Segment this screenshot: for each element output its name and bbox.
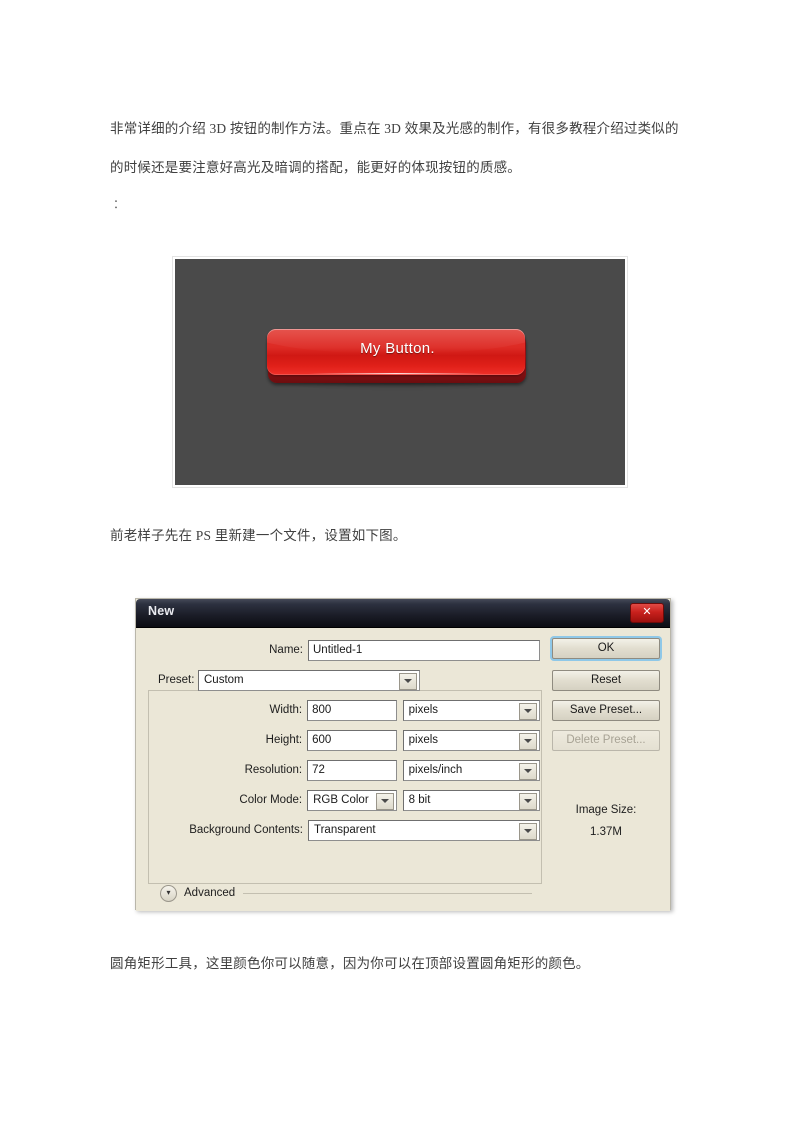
demo-image-canvas: My Button.: [175, 259, 625, 485]
ok-button[interactable]: OK: [552, 638, 660, 659]
row-name: Name: Untitled-1: [148, 638, 540, 662]
bit-depth-select[interactable]: 8 bit: [402, 789, 540, 811]
height-unit-value: pixels: [408, 733, 439, 746]
chevron-down-icon[interactable]: [399, 672, 417, 690]
paragraph-step-2: 圆角矩形工具，这里颜色你可以随意，因为你可以在顶部设置圆角矩形的颜色。: [110, 956, 590, 971]
demo-image-frame: My Button.: [172, 256, 628, 488]
height-unit-select[interactable]: pixels: [402, 729, 540, 751]
name-label: Name:: [269, 644, 303, 656]
row-preset: Preset: Custom: [148, 668, 540, 692]
image-size-label: Image Size:: [575, 804, 637, 816]
background-label: Background Contents:: [189, 824, 303, 836]
dialog-titlebar: New ✕: [136, 599, 670, 628]
chevron-down-icon[interactable]: [519, 822, 537, 840]
button-bottom-highlight: [308, 373, 484, 374]
button-label: My Button.: [360, 340, 435, 357]
paragraph-intro-1: 非常详细的介绍 3D 按钮的制作方法。重点在 3D 效果及光感的制作，有很多教程…: [110, 121, 679, 136]
width-input[interactable]: 800: [307, 699, 397, 721]
preset-label: Preset:: [158, 674, 195, 686]
dialog-title: New: [148, 604, 175, 618]
close-icon[interactable]: ✕: [630, 603, 664, 623]
resolution-input[interactable]: 72: [307, 759, 397, 781]
width-unit-value: pixels: [408, 703, 439, 716]
height-input[interactable]: 600: [307, 729, 397, 751]
width-label: Width:: [269, 704, 303, 716]
chevron-down-icon[interactable]: [519, 762, 537, 780]
advanced-divider: [243, 892, 532, 894]
row-height: Height: 600 pixels: [148, 728, 540, 752]
width-unit-select[interactable]: pixels: [402, 699, 540, 721]
photoshop-new-dialog: New ✕ Name: Untitled-1 Preset: Custom Wi…: [135, 598, 671, 911]
background-value: Transparent: [314, 823, 376, 836]
dialog-body: Name: Untitled-1 Preset: Custom Width: 8…: [136, 628, 670, 911]
paragraph-step-1: 前老样子先在 PS 里新建一个文件，设置如下图。: [110, 528, 407, 543]
height-label: Height:: [265, 734, 303, 746]
color-mode-value: RGB Color: [313, 793, 369, 806]
row-background-contents: Background Contents: Transparent: [148, 818, 540, 842]
reset-button[interactable]: Reset: [552, 670, 660, 691]
chevron-double-down-icon[interactable]: ▾: [160, 884, 177, 902]
chevron-down-icon[interactable]: [519, 792, 537, 810]
background-select[interactable]: Transparent: [308, 819, 540, 841]
chevron-down-icon[interactable]: [519, 732, 537, 750]
paragraph-colon: ：: [113, 197, 126, 211]
advanced-label: Advanced: [184, 887, 236, 899]
color-mode-label: Color Mode:: [239, 794, 303, 806]
preset-value: Custom: [204, 673, 244, 686]
image-size-readout: Image Size: 1.37M: [552, 800, 660, 844]
preset-select[interactable]: Custom: [198, 669, 420, 691]
resolution-unit-value: pixels/inch: [408, 763, 463, 776]
dialog-button-column: OK Reset Save Preset... Delete Preset...: [552, 638, 660, 760]
chevron-down-icon[interactable]: [375, 792, 394, 810]
red-3d-button[interactable]: My Button.: [265, 326, 530, 386]
resolution-label: Resolution:: [244, 764, 303, 776]
advanced-section[interactable]: ▾ Advanced: [160, 884, 532, 902]
resolution-unit-select[interactable]: pixels/inch: [402, 759, 540, 781]
chevron-down-icon[interactable]: [519, 702, 537, 720]
name-input[interactable]: Untitled-1: [308, 639, 540, 661]
row-resolution: Resolution: 72 pixels/inch: [148, 758, 540, 782]
row-width: Width: 800 pixels: [148, 698, 540, 722]
delete-preset-button: Delete Preset...: [552, 730, 660, 751]
paragraph-intro-2: 的时候还是要注意好高光及暗调的搭配，能更好的体现按钮的质感。: [110, 160, 521, 175]
row-color-mode: Color Mode: RGB Color 8 bit: [148, 788, 540, 812]
dialog-form: Name: Untitled-1 Preset: Custom Width: 8…: [148, 638, 540, 848]
bit-depth-value: 8 bit: [408, 793, 431, 806]
color-mode-select[interactable]: RGB Color: [307, 789, 397, 811]
image-size-value: 1.37M: [590, 825, 622, 838]
save-preset-button[interactable]: Save Preset...: [552, 700, 660, 721]
